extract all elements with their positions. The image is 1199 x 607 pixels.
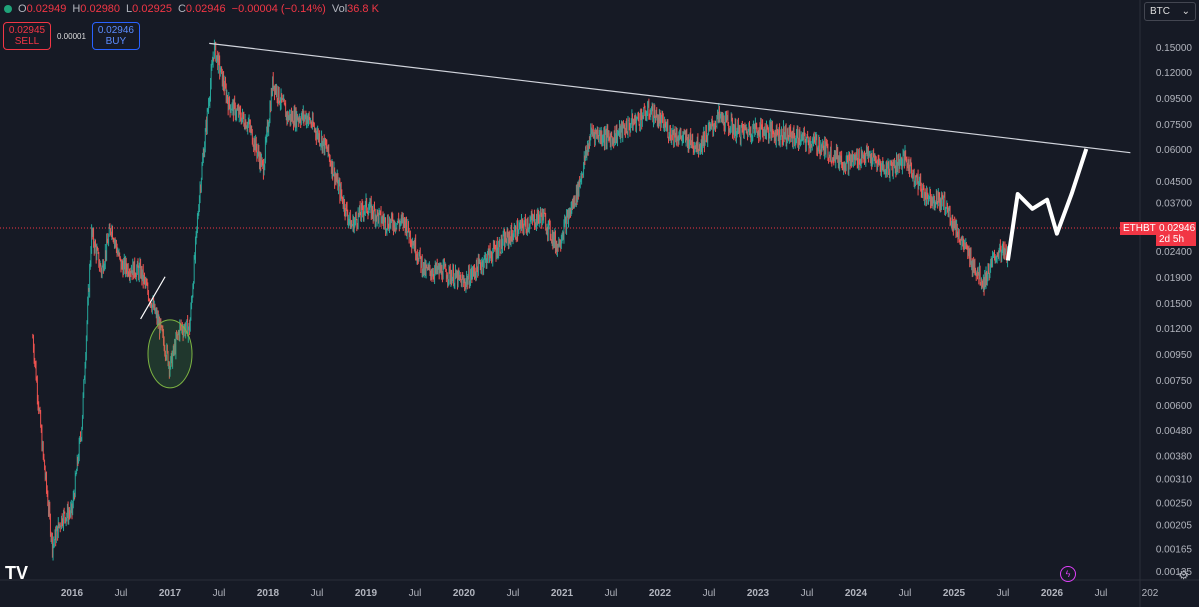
- lightning-icon[interactable]: ϟ: [1060, 566, 1076, 582]
- x-tick-label: Jul: [213, 588, 226, 599]
- open-value: 0.02949: [26, 3, 67, 15]
- volume-value: 36.8 K: [347, 3, 379, 15]
- spread-value: 0.00001: [57, 31, 86, 41]
- close-label: C: [177, 3, 186, 15]
- chevron-down-icon: ⌄: [1181, 6, 1190, 17]
- sell-button[interactable]: 0.02945 SELL: [3, 22, 51, 50]
- x-tick-label: Jul: [899, 588, 912, 599]
- y-tick-label: 0.00380: [1156, 452, 1193, 463]
- settings-icon[interactable]: ⚙: [1178, 568, 1189, 582]
- x-tick-label: Jul: [1095, 588, 1108, 599]
- trade-panel: 0.02945 SELL 0.00001 0.02946 BUY: [3, 22, 140, 50]
- x-tick-label: 2021: [551, 588, 574, 599]
- buy-price: 0.02946: [97, 25, 134, 36]
- y-tick-label: 0.00950: [1156, 350, 1193, 361]
- low-value: 0.02925: [132, 3, 172, 15]
- candles: [32, 39, 1009, 561]
- high-value: 0.02980: [80, 3, 121, 15]
- y-tick-label: 0.01900: [1156, 273, 1193, 284]
- x-tick-label: 2024: [845, 588, 868, 599]
- y-tick-label: 0.00165: [1156, 544, 1193, 555]
- y-tick-label: 0.00750: [1156, 376, 1193, 387]
- y-tick-label: 0.07500: [1156, 120, 1193, 131]
- y-tick-label: 0.12000: [1156, 68, 1193, 79]
- x-tick-label: Jul: [801, 588, 814, 599]
- y-tick-label: 0.02400: [1156, 247, 1193, 258]
- y-tick-label: 0.00480: [1156, 426, 1193, 437]
- y-tick-label: 0.01200: [1156, 324, 1193, 335]
- x-tick-label: 2023: [747, 588, 770, 599]
- tradingview-logo[interactable]: TV: [5, 563, 28, 584]
- x-tick-label: Jul: [703, 588, 716, 599]
- price-chart[interactable]: 0.15000 0.12000 0.09500 0.07500 0.06000 0.045…: [0, 0, 1199, 607]
- current-price: 0.02946: [1159, 223, 1196, 234]
- y-tick-label: 0.06000: [1156, 145, 1193, 156]
- x-tick-label: 2022: [649, 588, 672, 599]
- x-tick-label: Jul: [409, 588, 422, 599]
- x-tick-label: Jul: [605, 588, 618, 599]
- x-tick-label: Jul: [507, 588, 520, 599]
- x-tick-label: Jul: [311, 588, 324, 599]
- market-status-icon: [4, 5, 12, 13]
- buy-button[interactable]: 0.02946 BUY: [91, 22, 140, 50]
- x-tick-label: 2016: [61, 588, 84, 599]
- x-tick-label: 2026: [1041, 588, 1064, 599]
- y-tick-label: 0.00310: [1156, 474, 1193, 485]
- highlight-ellipse: [147, 319, 193, 389]
- y-tick-label: 0.03700: [1156, 199, 1193, 210]
- close-value: 0.02946: [185, 3, 226, 15]
- x-tick-label: 2017: [159, 588, 182, 599]
- sell-label: SELL: [14, 36, 40, 47]
- y-tick-label: 0.04500: [1156, 177, 1193, 188]
- open-label: O: [18, 3, 27, 15]
- x-tick-label: 2025: [943, 588, 966, 599]
- sell-price: 0.02945: [8, 25, 46, 36]
- projection-path: [1005, 148, 1089, 261]
- buy-label: BUY: [105, 36, 127, 47]
- y-tick-label: 0.00600: [1156, 401, 1193, 412]
- change-value: −0.00004 (−0.14%): [231, 3, 326, 15]
- volume-label: Vol: [331, 3, 348, 15]
- x-tick-label: 2020: [453, 588, 476, 599]
- x-tick-label: 2019: [355, 588, 378, 599]
- y-tick-label: 0.15000: [1156, 43, 1193, 54]
- ohlc-legend: O0.02949 H0.02980 L0.02925 C0.02946 −0.0…: [4, 3, 379, 15]
- y-tick-label: 0.00250: [1156, 498, 1193, 509]
- x-tick-label: Jul: [997, 588, 1010, 599]
- current-price-tag: 0.02946 2d 5h: [1156, 222, 1196, 246]
- x-tick-label: 2018: [257, 588, 280, 599]
- currency-select[interactable]: BTC ⌄: [1144, 2, 1196, 21]
- y-tick-label: 0.00205: [1156, 520, 1193, 531]
- currency-value: BTC: [1150, 6, 1170, 17]
- x-tick-label: 202: [1142, 588, 1159, 599]
- bar-countdown: 2d 5h: [1159, 234, 1185, 245]
- y-tick-label: 0.01500: [1156, 299, 1193, 310]
- y-tick-label: 0.09500: [1156, 94, 1193, 105]
- x-tick-label: Jul: [115, 588, 128, 599]
